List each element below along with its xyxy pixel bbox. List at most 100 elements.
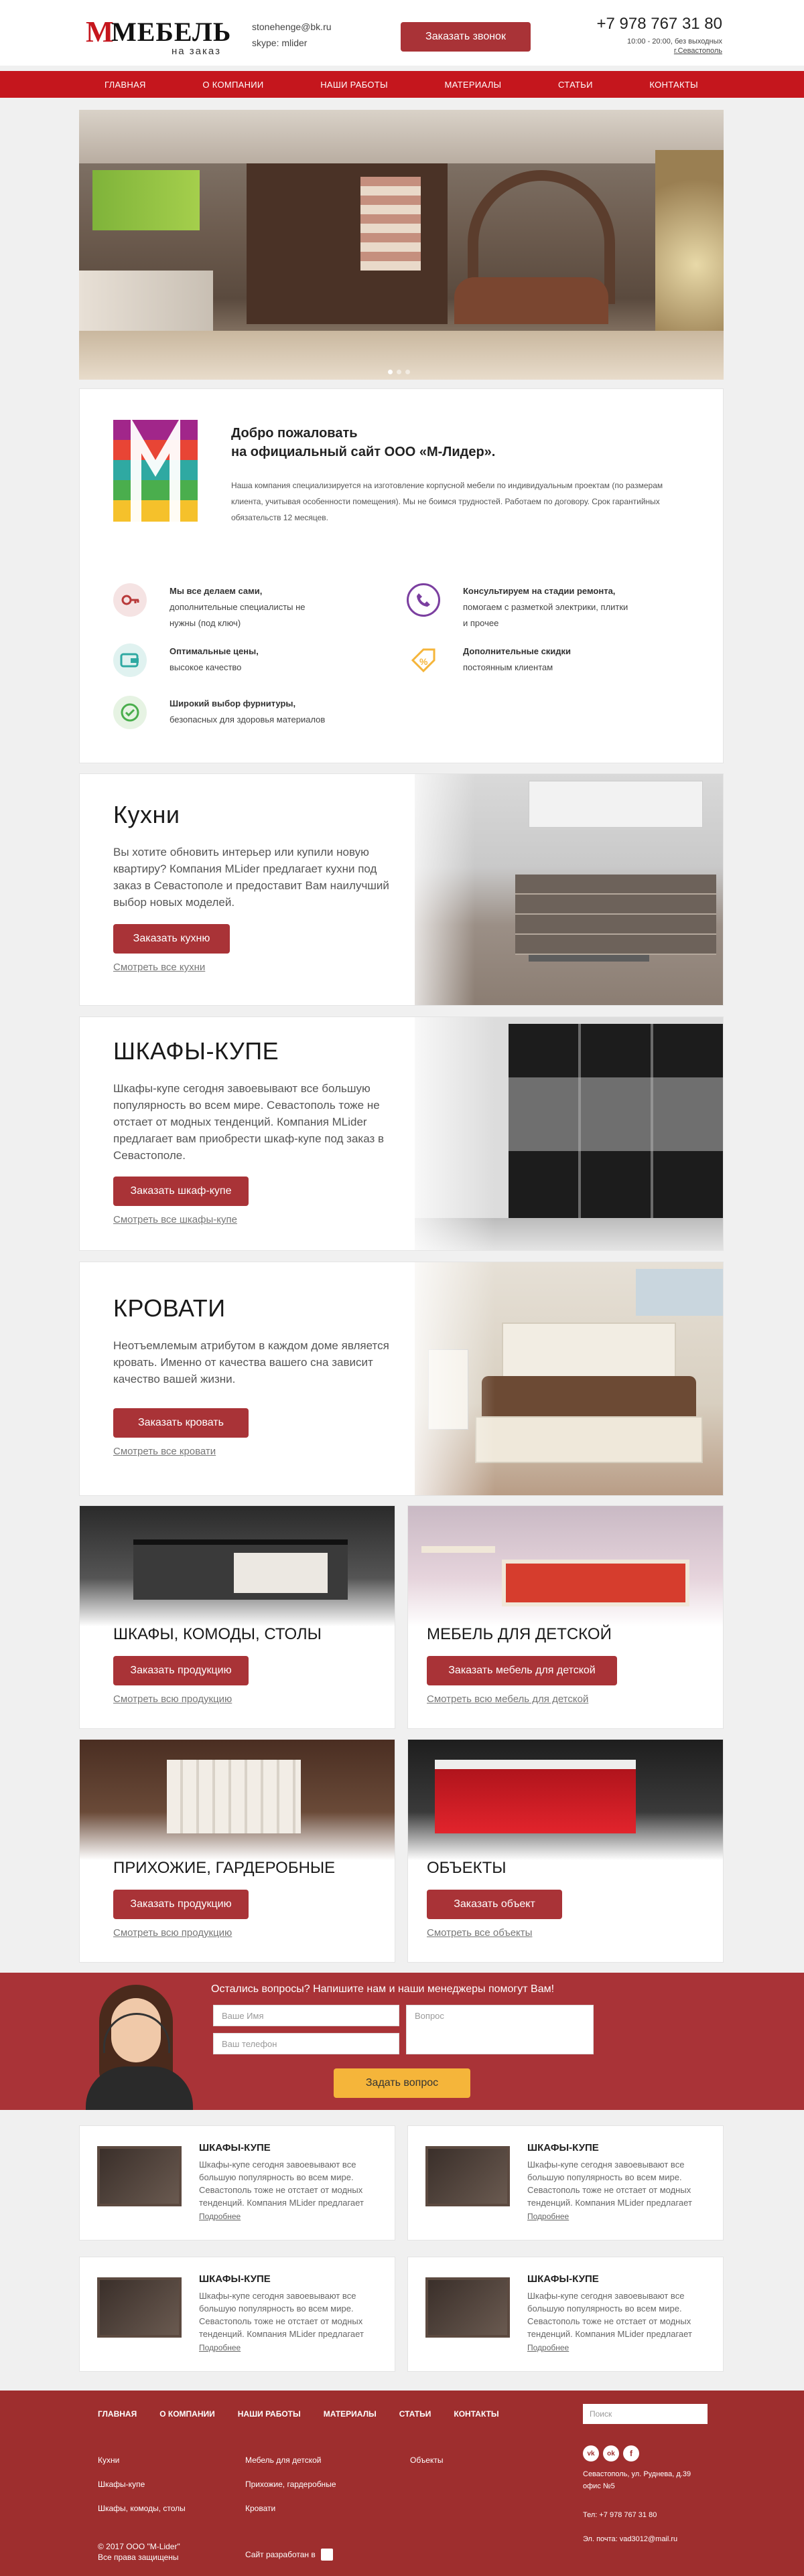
tile-image (408, 1740, 723, 1860)
feature-item: Оптимальные цены, высокое качество (113, 643, 381, 684)
footer-search-input[interactable]: Поиск (583, 2404, 708, 2424)
order-kids-furniture-button[interactable]: Заказать мебель для детской (427, 1656, 617, 1685)
tile-cabinet-drawers (234, 1553, 328, 1593)
view-all-products-link[interactable]: Смотреть всю продукцию (113, 1693, 232, 1705)
order-bed-button[interactable]: Заказать кровать (113, 1408, 249, 1438)
slider-dot[interactable] (388, 370, 393, 374)
article-card[interactable]: ШКАФЫ-КУПЕ Шкафы-купе сегодня завоевываю… (79, 2125, 395, 2241)
kitchen-cabinets (515, 875, 716, 955)
slider-dot[interactable] (405, 370, 410, 374)
article-title: ШКАФЫ-КУПЕ (199, 2273, 271, 2285)
feature-title: Мы все делаем сами, (170, 586, 263, 596)
view-all-beds-link[interactable]: Смотреть все кровати (113, 1446, 216, 1457)
article-more-link[interactable]: Подробнее (199, 2343, 241, 2352)
logo[interactable]: М МЕБЕЛЬ на заказ (86, 12, 240, 58)
article-card[interactable]: ШКАФЫ-КУПЕ Шкафы-купе сегодня завоевываю… (407, 2257, 724, 2372)
footer-phone[interactable]: Тел: +7 978 767 31 80 (583, 2511, 657, 2519)
feature-title: Оптимальные цены, (170, 646, 259, 656)
article-thumbnail (97, 2146, 182, 2206)
article-more-link[interactable]: Подробнее (527, 2212, 569, 2221)
feature-item: % Дополнительные скидки постоянным клиен… (407, 643, 688, 684)
tile-title: ШКАФЫ, КОМОДЫ, СТОЛЫ (113, 1625, 322, 1643)
ask-question-button[interactable]: Задать вопрос (334, 2068, 470, 2098)
article-more-link[interactable]: Подробнее (199, 2212, 241, 2221)
name-input[interactable]: Ваше Имя (213, 2005, 399, 2026)
slider-dots (388, 370, 410, 374)
callback-button[interactable]: Заказать звонок (401, 22, 531, 52)
tile-title: МЕБЕЛЬ ДЛЯ ДЕТСКОЙ (427, 1625, 612, 1643)
brand-m-icon (113, 420, 198, 522)
order-object-button[interactable]: Заказать объект (427, 1890, 562, 1919)
footer-link-objects[interactable]: Объекты (410, 2448, 444, 2472)
contact-email[interactable]: stonehenge@bk.ru (252, 21, 332, 32)
vk-icon[interactable]: vk (583, 2445, 599, 2461)
article-card[interactable]: ШКАФЫ-КУПЕ Шкафы-купе сегодня завоевываю… (407, 2125, 724, 2241)
footer-link-wardrobes[interactable]: Шкафы-купе (98, 2472, 186, 2496)
order-products-button[interactable]: Заказать продукцию (113, 1890, 249, 1919)
footer-developer[interactable]: Сайт разработан в (245, 2549, 333, 2561)
nav-item-contacts[interactable]: КОНТАКТЫ (649, 80, 698, 90)
product-text: Неотъемлемым атрибутом в каждом доме явл… (113, 1339, 389, 1385)
article-thumbnail (425, 2277, 510, 2338)
order-kitchen-button[interactable]: Заказать кухню (113, 924, 230, 954)
phone-input[interactable]: Ваш телефон (213, 2033, 399, 2054)
footer-copyright: © 2017 ООО "М-Lider" (98, 2542, 180, 2551)
view-all-products-link[interactable]: Смотреть всю продукцию (113, 1927, 232, 1939)
feature-text: безопасных для здоровья материалов (170, 714, 326, 725)
footer-nav-home[interactable]: ГЛАВНАЯ (98, 2409, 137, 2419)
kitchen-upper-cabinets (529, 781, 703, 828)
article-more-link[interactable]: Подробнее (527, 2343, 569, 2352)
product-beds: КРОВАТИ Неотъемлемым атрибутом в каждом … (79, 1262, 724, 1496)
hero-reception-desk (454, 277, 608, 324)
header-city: г.Севастополь (673, 47, 722, 55)
order-wardrobe-button[interactable]: Заказать шкаф-купе (113, 1177, 249, 1206)
nav-item-articles[interactable]: СТАТЬИ (558, 80, 593, 90)
nav-item-works[interactable]: НАШИ РАБОТЫ (320, 80, 388, 90)
nav-item-about[interactable]: О КОМПАНИИ (202, 80, 263, 90)
developer-logo-icon (320, 2549, 333, 2561)
footer-rights: Все права защищены (98, 2553, 179, 2562)
footer-link-cabinets[interactable]: Шкафы, комоды, столы (98, 2496, 186, 2520)
footer-social: vk ok f (583, 2445, 639, 2461)
footer-nav-materials[interactable]: МАТЕРИАЛЫ (324, 2409, 377, 2419)
tile-title: ОБЪЕКТЫ (427, 1859, 507, 1877)
article-thumbnail (97, 2277, 182, 2338)
check-icon (113, 696, 147, 729)
logo-letter: М (86, 15, 114, 48)
view-all-kids-furniture-link[interactable]: Смотреть всю мебель для детской (427, 1693, 588, 1705)
odnoklassniki-icon[interactable]: ok (603, 2445, 619, 2461)
footer-link-kids[interactable]: Мебель для детской (245, 2448, 336, 2472)
footer-nav-about[interactable]: О КОМПАНИИ (159, 2409, 215, 2419)
wardrobe-fade (395, 1017, 495, 1250)
order-products-button[interactable]: Заказать продукцию (113, 1656, 249, 1685)
nav-item-materials[interactable]: МАТЕРИАЛЫ (445, 80, 502, 90)
hero-ceiling (79, 110, 724, 163)
product-title: ШКАФЫ-КУПЕ (113, 1037, 279, 1065)
footer-developer-label: Сайт разработан в (245, 2550, 316, 2559)
footer-nav-contacts[interactable]: КОНТАКТЫ (454, 2409, 498, 2419)
welcome-body: Наша компания специализируется на изгото… (231, 481, 663, 522)
facebook-icon[interactable]: f (623, 2445, 639, 2461)
article-card[interactable]: ШКАФЫ-КУПЕ Шкафы-купе сегодня завоевываю… (79, 2257, 395, 2372)
footer-email[interactable]: Эл. почта: vad3012@mail.ru (583, 2535, 677, 2543)
footer-nav-works[interactable]: НАШИ РАБОТЫ (238, 2409, 301, 2419)
view-all-wardrobes-link[interactable]: Смотреть все шкафы-купе (113, 1214, 237, 1225)
slider-dot[interactable] (397, 370, 401, 374)
feature-title: Широкий выбор фурнитуры, (170, 698, 296, 708)
footer-nav: ГЛАВНАЯ О КОМПАНИИ НАШИ РАБОТЫ МАТЕРИАЛЫ… (98, 2409, 499, 2419)
feature-text: помогаем с разметкой электрики, плитки и… (463, 602, 628, 628)
nav-item-home[interactable]: ГЛАВНАЯ (105, 80, 146, 90)
footer-link-kitchens[interactable]: Кухни (98, 2448, 186, 2472)
footer-link-beds[interactable]: Кровати (245, 2496, 336, 2520)
header: М МЕБЕЛЬ на заказ stonehenge@bk.ru skype… (0, 0, 804, 66)
footer-link-hallways[interactable]: Прихожие, гардеробные (245, 2472, 336, 2496)
footer-nav-articles[interactable]: СТАТЬИ (399, 2409, 431, 2419)
view-all-objects-link[interactable]: Смотреть все объекты (427, 1927, 532, 1939)
header-phone[interactable]: +7 978 767 31 80 (596, 15, 722, 33)
logo-word: МЕБЕЛЬ (111, 17, 232, 47)
tile-image (408, 1506, 723, 1626)
hero-slider[interactable] (79, 110, 724, 380)
product-kitchens: Кухни Вы хотите обновить интерьер или ку… (79, 773, 724, 1006)
question-textarea[interactable]: Вопрос (406, 2005, 594, 2054)
view-all-kitchens-link[interactable]: Смотреть все кухни (113, 962, 205, 973)
